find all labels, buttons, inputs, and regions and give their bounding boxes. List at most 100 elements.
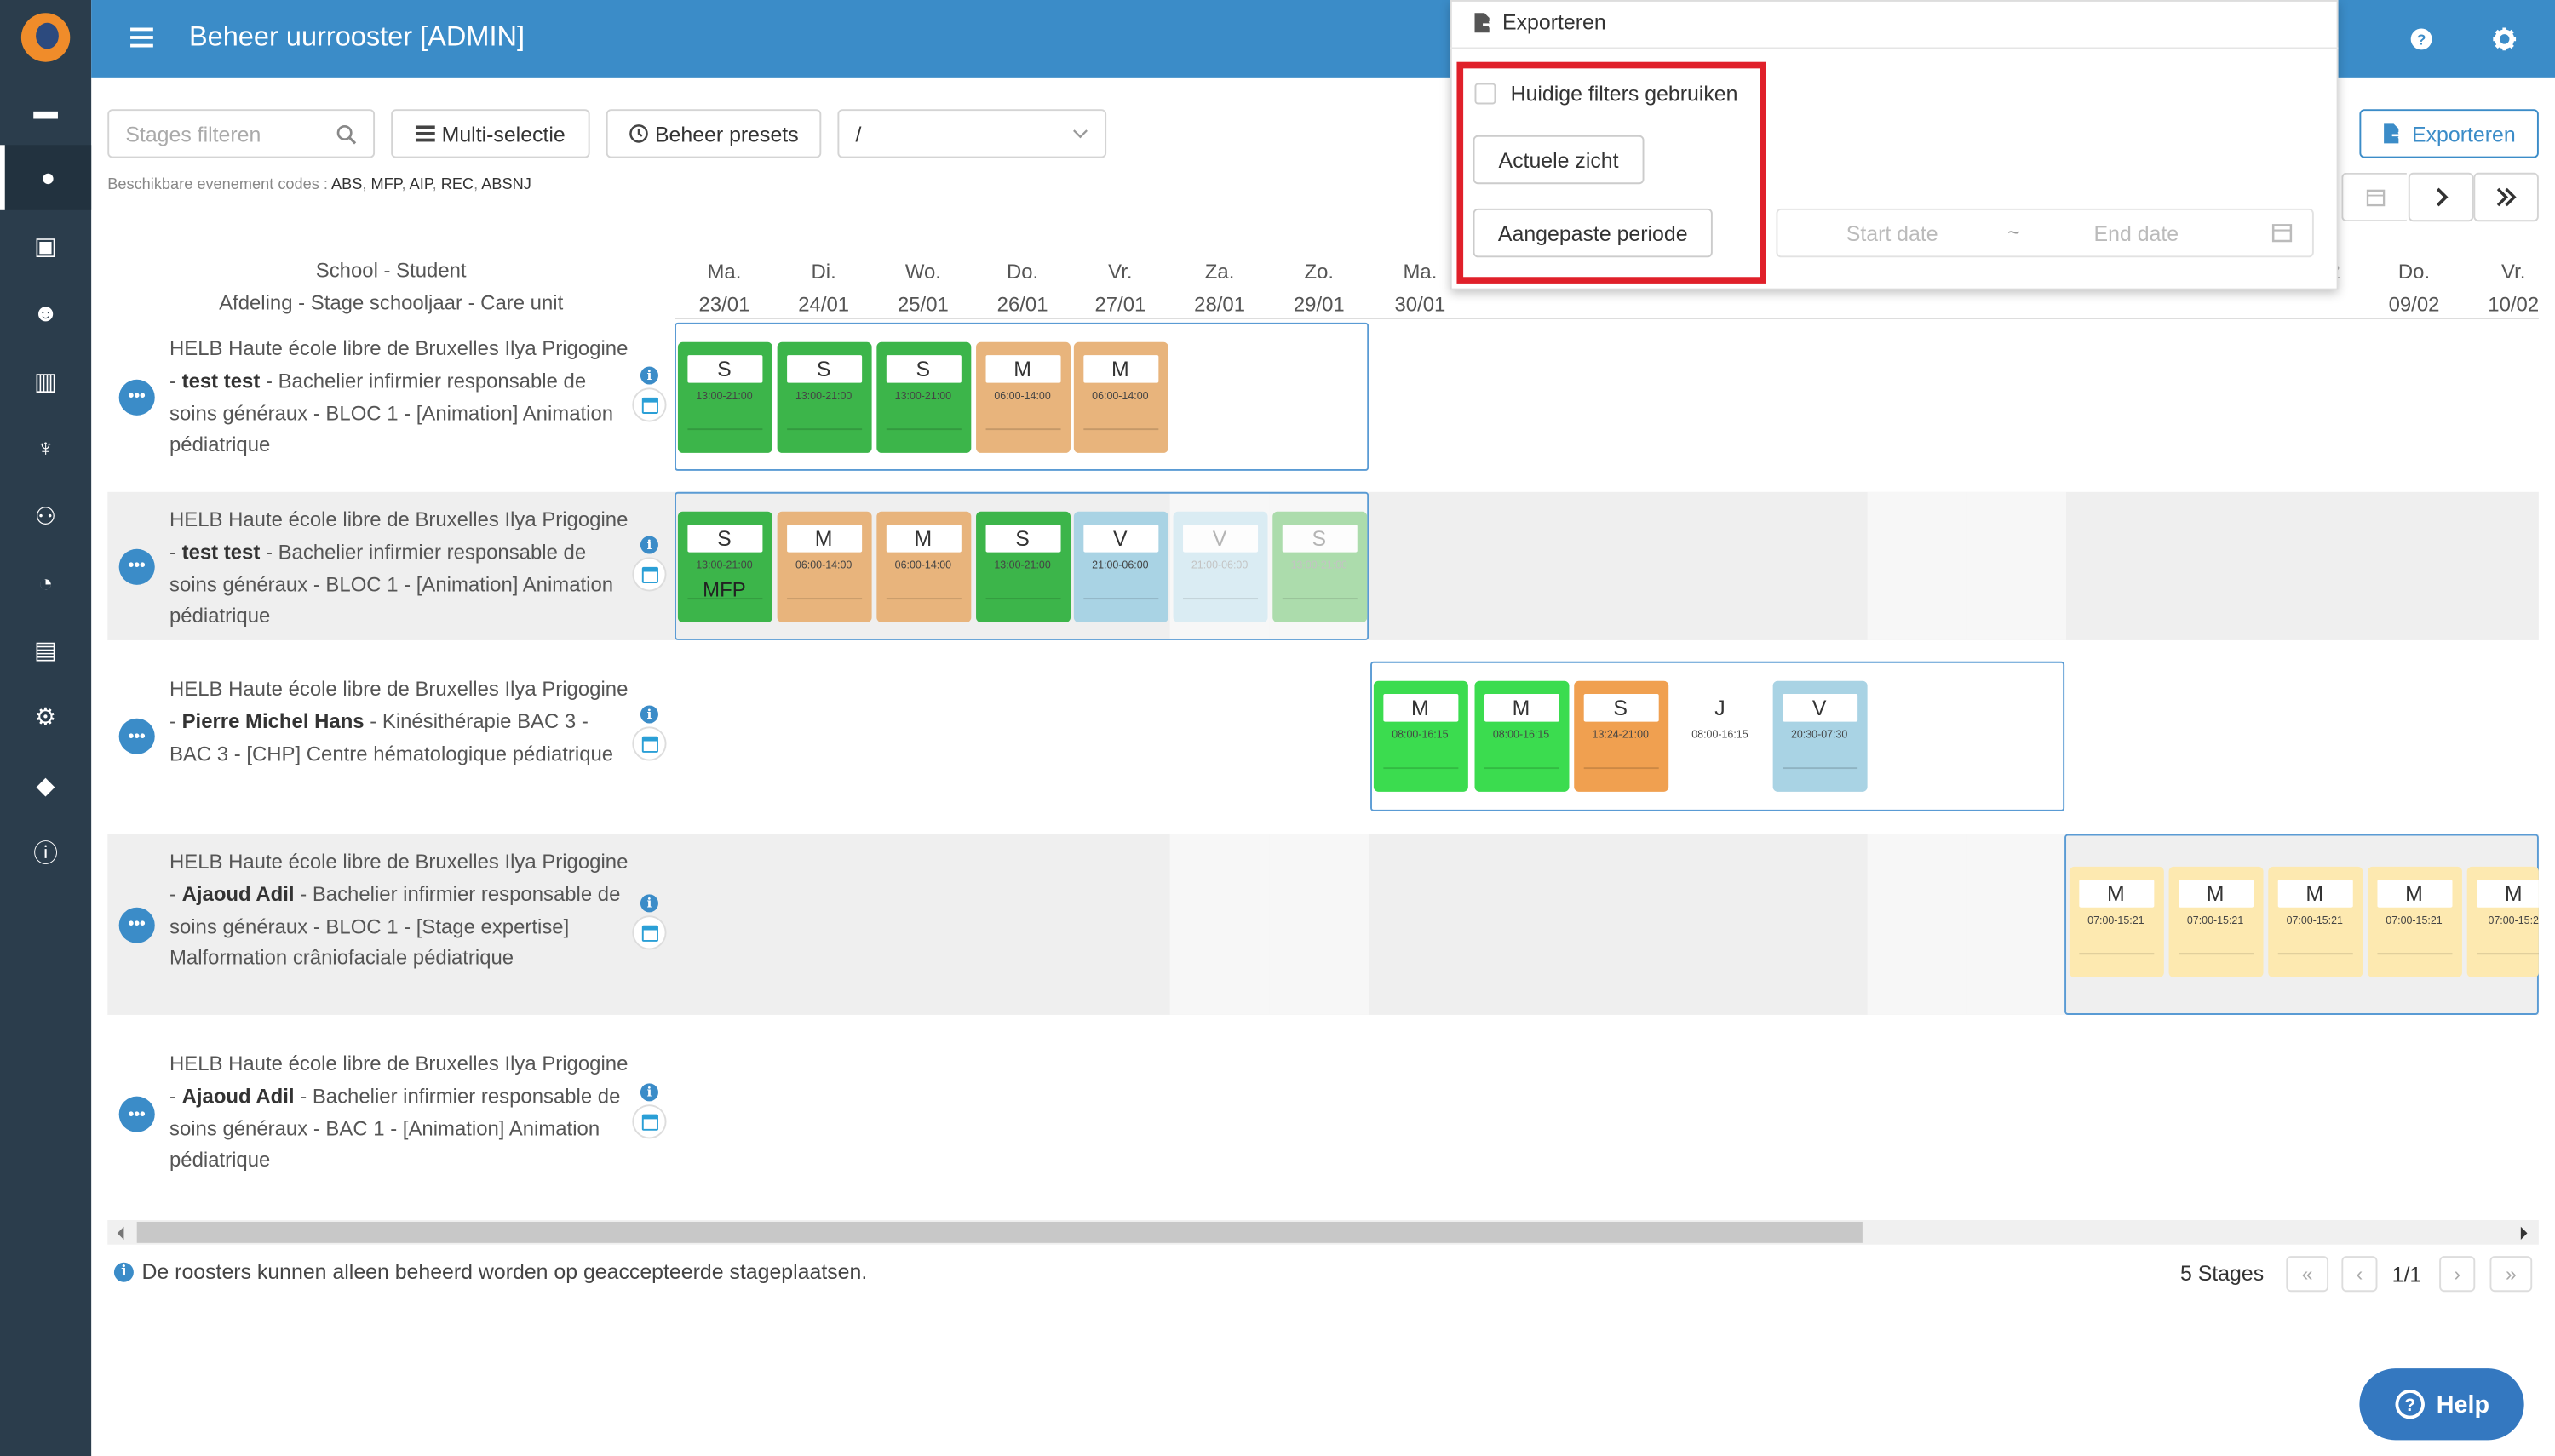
event-code: AIP xyxy=(409,175,433,194)
gear-icon[interactable] xyxy=(2489,23,2521,55)
shift-cell[interactable]: S 13:00-21:00 xyxy=(876,341,971,453)
shift-cell[interactable]: M 07:00-15:21 xyxy=(2267,866,2363,977)
app-logo[interactable] xyxy=(20,13,71,62)
shift-time: 13:00-21:00 xyxy=(994,560,1051,572)
shift-cell[interactable]: M 07:00-15:2 xyxy=(2466,866,2539,977)
info-icon[interactable]: i xyxy=(640,535,658,553)
calendar-check-icon[interactable] xyxy=(632,726,667,761)
row-actions-button[interactable]: ••• xyxy=(118,547,155,584)
info-icon[interactable]: i xyxy=(640,365,658,384)
preset-dropdown[interactable]: / xyxy=(837,109,1107,158)
shift-cell[interactable]: M 08:00-16:15 xyxy=(1372,680,1467,792)
shift-time: 07:00-15:2 xyxy=(2488,915,2539,927)
export-button[interactable]: Exporteren xyxy=(2359,109,2539,158)
shift-time: 13:00-21:00 xyxy=(696,391,753,403)
multi-select-button[interactable]: Multi-selectie xyxy=(391,109,590,158)
shift-cell[interactable]: S 13:00-21:00 xyxy=(975,511,1071,622)
export-button-label: Exporteren xyxy=(2412,121,2516,146)
shift-code: M xyxy=(985,355,1060,383)
prev-page-button[interactable]: ‹ xyxy=(2341,1256,2378,1293)
calendar-check-icon[interactable] xyxy=(632,556,667,591)
shift-cell[interactable]: V 20:30-07:30 xyxy=(1771,680,1867,792)
shift-divider xyxy=(1484,767,1559,770)
row-actions-button[interactable]: ••• xyxy=(118,378,155,415)
scroll-left-icon[interactable] xyxy=(114,1225,127,1241)
weekend-cell xyxy=(1269,834,1369,1015)
hamburger-menu-icon[interactable] xyxy=(130,25,153,51)
next-week-button[interactable] xyxy=(2408,172,2474,222)
shift-cell[interactable]: S 13:24-21:00 xyxy=(1573,680,1668,792)
last-week-button[interactable] xyxy=(2473,172,2539,222)
smiley-icon[interactable]: ☻ xyxy=(0,280,91,346)
info-icon[interactable]: i xyxy=(640,1083,658,1102)
date-range-separator: ~ xyxy=(2007,220,2020,244)
row-actions-button[interactable]: ••• xyxy=(118,1096,155,1132)
scroll-right-icon[interactable] xyxy=(2518,1225,2530,1241)
shift-cell[interactable]: M 06:00-14:00 xyxy=(1072,341,1168,453)
student-name: Ajaoud Adil xyxy=(181,1084,295,1108)
info-icon: i xyxy=(113,1261,134,1281)
shift-cell[interactable]: J 08:00-16:15 xyxy=(1672,680,1767,792)
shift-code: M xyxy=(786,525,862,553)
shift-cell[interactable]: M 08:00-16:15 xyxy=(1473,680,1569,792)
row-description: HELB Haute école libre de Bruxelles Ilya… xyxy=(169,1049,629,1178)
last-page-button[interactable]: » xyxy=(2489,1256,2533,1293)
shift-cell[interactable]: M 06:00-14:00 xyxy=(776,511,871,622)
info-icon[interactable]: i xyxy=(640,705,658,724)
shift-code: M xyxy=(2376,880,2452,908)
scrollbar-thumb[interactable] xyxy=(136,1221,1863,1243)
next-page-button[interactable]: › xyxy=(2439,1256,2476,1293)
help-icon[interactable]: ? xyxy=(2405,23,2437,55)
shift-cell[interactable]: M 07:00-15:21 xyxy=(2367,866,2461,977)
weekend-cell xyxy=(1966,491,2067,640)
calendar-icon[interactable]: ▬ xyxy=(0,78,91,144)
clock-icon[interactable]: ● xyxy=(0,145,92,210)
shift-cell[interactable]: M 06:00-14:00 xyxy=(876,511,971,622)
building-icon[interactable]: ▥ xyxy=(0,348,91,414)
manage-presets-button[interactable]: Beheer presets xyxy=(606,109,822,158)
shift-cell[interactable]: S 13:00-21:00 xyxy=(776,341,871,453)
row-actions-button[interactable]: ••• xyxy=(118,906,155,943)
shift-cell[interactable]: V 21:00-06:00 xyxy=(1072,511,1168,622)
file-export-icon xyxy=(2384,123,2404,144)
svg-text:?: ? xyxy=(2417,32,2426,49)
start-date-input[interactable]: Start date xyxy=(1846,221,1938,246)
shift-time: 13:24-21:00 xyxy=(1592,730,1649,742)
shift-cell[interactable]: S 13:00-21:00 xyxy=(1272,511,1367,622)
day-column-header: Do. 09/02 xyxy=(2364,255,2464,321)
info-icon[interactable]: ⓘ xyxy=(0,819,91,885)
shift-cell[interactable]: S 13:00-21:00 xyxy=(676,341,772,453)
student-icon[interactable]: ▣ xyxy=(0,214,91,279)
day-name: Ma. xyxy=(707,261,742,284)
highlight-box xyxy=(1456,61,1766,284)
shift-cell[interactable]: M 07:00-15:21 xyxy=(2068,866,2163,977)
row-actions-button[interactable]: ••• xyxy=(118,718,155,754)
shift-cell[interactable]: M 07:00-15:21 xyxy=(2167,866,2263,977)
first-page-button[interactable]: « xyxy=(2286,1256,2329,1293)
weekend-cell xyxy=(1169,834,1270,1015)
calendar-check-icon[interactable] xyxy=(632,1104,667,1139)
end-date-input[interactable]: End date xyxy=(2094,221,2179,246)
stethoscope-icon[interactable]: ♆ xyxy=(0,416,91,481)
help-button[interactable]: ? Help xyxy=(2359,1368,2524,1441)
shift-cell[interactable]: M 06:00-14:00 xyxy=(975,341,1071,453)
shift-divider xyxy=(1782,767,1857,770)
people-icon[interactable]: ⚇ xyxy=(0,484,91,549)
document-icon[interactable]: ▤ xyxy=(0,617,91,683)
shift-time: 13:00-21:00 xyxy=(1290,560,1347,572)
shift-cell[interactable]: V 21:00-06:00 xyxy=(1172,511,1267,622)
stage-filter-input[interactable]: Stages filteren xyxy=(107,109,376,158)
chart-pie-icon[interactable]: ◔ xyxy=(0,551,91,616)
shift-time: 06:00-14:00 xyxy=(894,560,952,572)
info-icon[interactable]: i xyxy=(640,893,658,912)
weekend-cell xyxy=(1867,491,1967,640)
calendar-check-icon[interactable] xyxy=(632,387,667,421)
shift-divider xyxy=(1082,428,1158,431)
shift-cell[interactable]: S 13:00-21:00 MFP xyxy=(676,511,772,622)
settings-icon[interactable]: ⚙ xyxy=(0,685,91,750)
tags-icon[interactable]: ◆ xyxy=(0,753,91,818)
calendar-check-icon[interactable] xyxy=(632,914,667,949)
shift-time: 06:00-14:00 xyxy=(795,560,853,572)
date-picker-button[interactable] xyxy=(2341,172,2407,222)
event-code: MFP xyxy=(703,578,746,601)
